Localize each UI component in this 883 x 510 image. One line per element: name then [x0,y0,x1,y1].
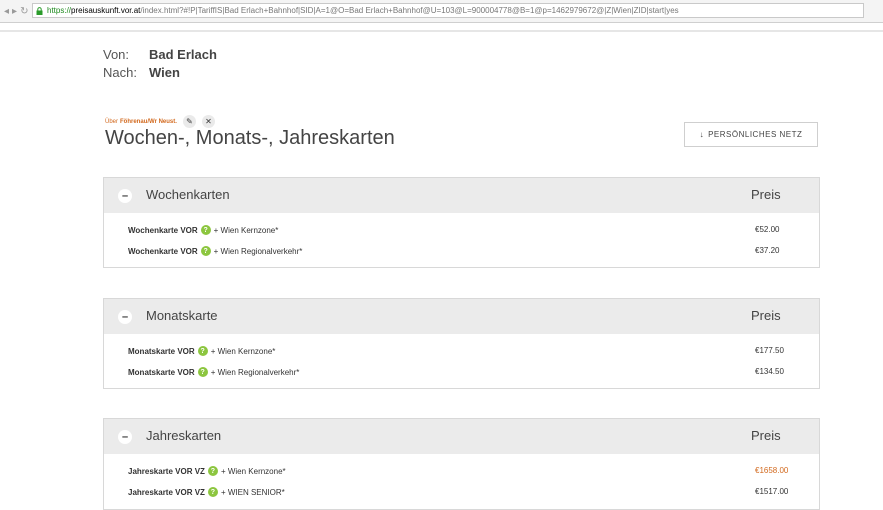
personal-network-label: PERSÖNLICHES NETZ [708,130,803,139]
ticket-price: €177.50 [755,346,784,355]
section-jahreskarten: – Jahreskarten Preis Jahreskarte VOR VZ … [103,418,820,510]
ticket-list: Jahreskarte VOR VZ ? + Wien Kernzone* €1… [104,454,819,506]
ticket-product: Monatskarte VOR [128,346,195,356]
forward-arrow-icon[interactable]: ▸ [12,6,17,17]
ticket-price: €37.20 [755,246,780,255]
minus-icon[interactable]: – [118,430,132,444]
reload-icon[interactable]: ↻ [20,6,28,17]
personal-network-button[interactable]: ↓ PERSÖNLICHES NETZ [684,122,818,147]
route-from: Von: Bad Erlach [103,46,217,64]
ticket-row[interactable]: Monatskarte VOR ? + Wien Regionalverkehr… [104,361,819,382]
ticket-product: Jahreskarte VOR VZ [128,466,205,476]
via-value: Föhrenau/Wr Neust. [120,118,177,125]
section-title: Jahreskarten [146,428,222,443]
ticket-product: Monatskarte VOR [128,367,195,377]
section-header[interactable]: – Jahreskarten Preis [104,419,819,454]
question-icon[interactable]: ? [207,466,218,476]
page-top-divider [0,30,883,32]
ticket-name: Wochenkarte VOR ? + Wien Regionalverkehr… [128,246,302,256]
ticket-row[interactable]: Wochenkarte VOR ? + Wien Regionalverkehr… [104,240,819,261]
back-arrow-icon[interactable]: ◂ [4,6,9,17]
ticket-name: Jahreskarte VOR VZ ? + WIEN SENIOR* [128,487,285,497]
ticket-name: Monatskarte VOR ? + Wien Regionalverkehr… [128,367,299,377]
ticket-price: €1517.00 [755,487,789,496]
to-value: Wien [149,65,180,80]
url-host: preisauskunft.vor.at [71,6,141,15]
ticket-zone: + Wien Regionalverkehr* [210,367,300,377]
browser-address-bar: ◂ ▸ ↻ https:// preisauskunft.vor.at /ind… [0,0,883,23]
from-label: Von: [103,47,130,62]
route-to: Nach: Wien [103,64,217,82]
url-field[interactable]: https:// preisauskunft.vor.at /index.htm… [32,3,864,18]
question-icon[interactable]: ? [200,246,211,256]
section-wochenkarten: – Wochenkarten Preis Wochenkarte VOR ? +… [103,177,820,268]
minus-icon[interactable]: – [118,189,132,203]
browser-nav: ◂ ▸ ↻ [0,6,36,17]
page-title: Wochen-, Monats-, Jahreskarten [105,127,395,149]
ticket-row[interactable]: Monatskarte VOR ? + Wien Kernzone* €177.… [104,340,819,361]
question-icon[interactable]: ? [197,346,208,356]
url-scheme: https:// [47,6,72,15]
ticket-row[interactable]: Wochenkarte VOR ? + Wien Kernzone* €52.0… [104,219,819,240]
minus-icon[interactable]: – [118,310,132,324]
ticket-product: Wochenkarte VOR [128,225,198,235]
ticket-row[interactable]: Jahreskarte VOR VZ ? + WIEN SENIOR* €151… [104,481,819,502]
section-header[interactable]: – Wochenkarten Preis [104,178,819,213]
price-column-header: Preis [751,428,781,443]
ticket-name: Jahreskarte VOR VZ ? + Wien Kernzone* [128,466,286,476]
section-title: Wochenkarten [146,187,230,202]
question-icon[interactable]: ? [207,487,218,497]
ticket-product: Jahreskarte VOR VZ [128,487,205,497]
section-monatskarte: – Monatskarte Preis Monatskarte VOR ? + … [103,298,820,389]
section-title: Monatskarte [146,308,218,323]
arrow-down-icon: ↓ [699,130,705,139]
ticket-zone: + Wien Kernzone* [210,346,276,356]
ticket-product: Wochenkarte VOR [128,246,198,256]
ticket-price: €1658.00 [755,466,789,475]
ticket-zone: + Wien Kernzone* [213,225,279,235]
ticket-price: €52.00 [755,225,780,234]
ticket-zone: + Wien Regionalverkehr* [213,246,303,256]
price-column-header: Preis [751,187,781,202]
from-value: Bad Erlach [149,47,217,62]
price-column-header: Preis [751,308,781,323]
ticket-zone: + WIEN SENIOR* [220,487,285,497]
to-label: Nach: [103,65,137,80]
lock-icon [36,6,43,15]
via-label: Über [105,118,119,125]
ticket-row[interactable]: Jahreskarte VOR VZ ? + Wien Kernzone* €1… [104,460,819,481]
section-header[interactable]: – Monatskarte Preis [104,299,819,334]
ticket-price: €134.50 [755,367,784,376]
ticket-list: Monatskarte VOR ? + Wien Kernzone* €177.… [104,334,819,386]
question-icon[interactable]: ? [197,367,208,377]
ticket-list: Wochenkarte VOR ? + Wien Kernzone* €52.0… [104,213,819,265]
ticket-name: Wochenkarte VOR ? + Wien Kernzone* [128,225,278,235]
ticket-name: Monatskarte VOR ? + Wien Kernzone* [128,346,275,356]
ticket-zone: + Wien Kernzone* [220,466,286,476]
route-summary: Von: Bad Erlach Nach: Wien [103,46,217,82]
question-icon[interactable]: ? [200,225,211,235]
url-path: /index.html?#!P|TariffIS|Bad Erlach+Bahn… [140,6,679,15]
